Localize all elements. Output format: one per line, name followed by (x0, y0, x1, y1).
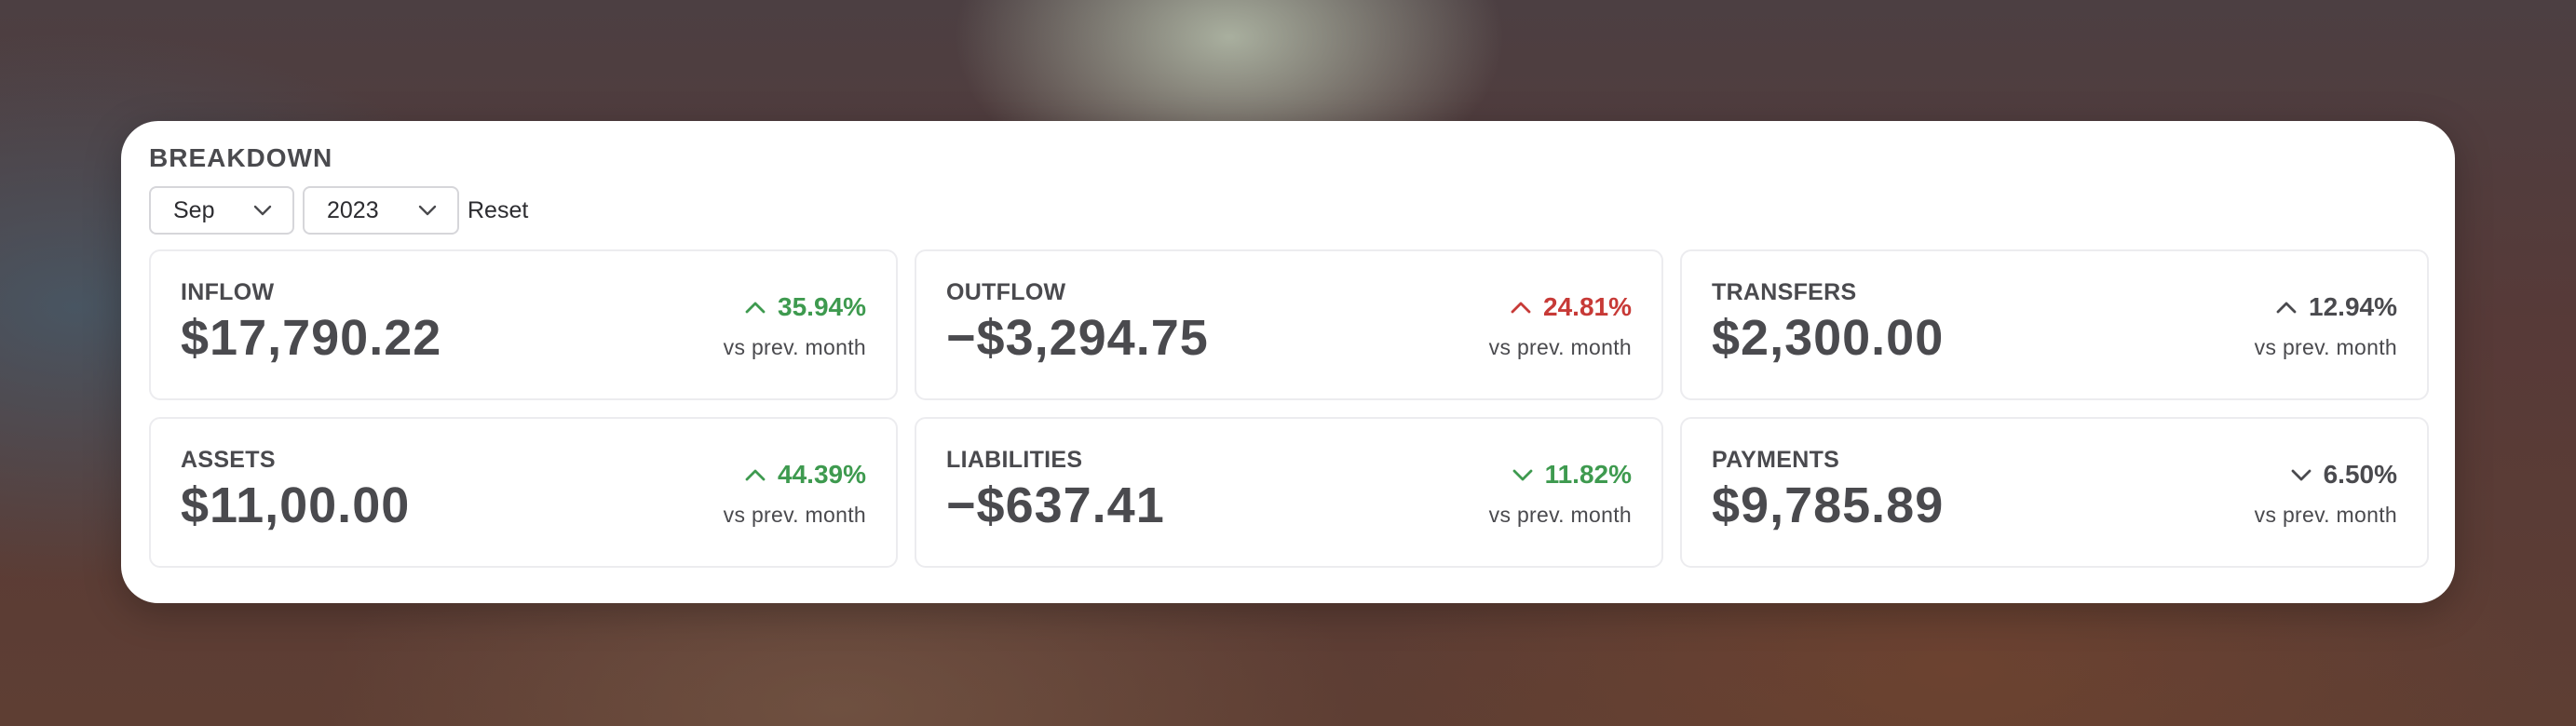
chevron-down-icon (1512, 467, 1534, 483)
filter-controls: Sep 2023 Reset (149, 186, 528, 235)
metric-card-liabilities: LIABILITIES −$637.41 11.82% vs prev. mon… (915, 417, 1663, 568)
year-select-value: 2023 (327, 196, 379, 223)
metric-change-percent: 24.81% (1543, 292, 1632, 321)
chevron-down-icon (418, 205, 437, 216)
chevron-up-icon (744, 467, 766, 483)
comparison-label: vs prev. month (723, 503, 866, 527)
comparison-label: vs prev. month (1488, 335, 1632, 359)
metric-value: $11,00.00 (181, 477, 411, 533)
reset-button[interactable]: Reset (468, 197, 528, 224)
metric-change-percent: 11.82% (1544, 460, 1632, 489)
comparison-label: vs prev. month (2254, 503, 2397, 527)
metric-change-percent: 12.94% (2309, 292, 2397, 321)
metric-change: 44.39% (744, 460, 866, 490)
metric-change: 24.81% (1510, 292, 1632, 322)
chevron-up-icon (1510, 300, 1532, 316)
panel-title: BREAKDOWN (149, 143, 333, 172)
metric-change: 6.50% (2290, 460, 2397, 490)
chevron-up-icon (2275, 300, 2298, 316)
comparison-label: vs prev. month (723, 335, 866, 359)
metric-card-outflow: OUTFLOW −$3,294.75 24.81% vs prev. month (915, 249, 1663, 400)
metric-card-assets: ASSETS $11,00.00 44.39% vs prev. month (149, 417, 898, 568)
comparison-label: vs prev. month (1488, 503, 1632, 527)
metric-card-transfers: TRANSFERS $2,300.00 12.94% vs prev. mont… (1680, 249, 2429, 400)
metric-change-percent: 35.94% (778, 292, 866, 321)
metric-value: $2,300.00 (1712, 310, 1945, 366)
metric-change: 12.94% (2275, 292, 2397, 322)
metric-value: −$637.41 (946, 477, 1165, 533)
metric-value: $9,785.89 (1712, 477, 1945, 533)
metric-value: −$3,294.75 (946, 310, 1209, 366)
chevron-up-icon (744, 300, 766, 316)
metrics-grid: INFLOW $17,790.22 35.94% vs prev. month … (149, 249, 2429, 568)
metric-label: LIABILITIES (946, 447, 1083, 473)
metric-value: $17,790.22 (181, 310, 442, 366)
breakdown-panel: BREAKDOWN Sep 2023 Reset INFLOW $17,790.… (121, 121, 2455, 603)
month-select[interactable]: Sep (149, 186, 294, 235)
comparison-label: vs prev. month (2254, 335, 2397, 359)
metric-change-percent: 44.39% (778, 460, 866, 489)
metric-label: ASSETS (181, 447, 276, 473)
metric-card-inflow: INFLOW $17,790.22 35.94% vs prev. month (149, 249, 898, 400)
metric-label: INFLOW (181, 279, 275, 305)
month-select-value: Sep (173, 196, 215, 223)
metric-change: 11.82% (1512, 460, 1632, 490)
year-select[interactable]: 2023 (303, 186, 459, 235)
chevron-down-icon (253, 205, 272, 216)
metric-label: PAYMENTS (1712, 447, 1840, 473)
metric-change-percent: 6.50% (2323, 460, 2397, 489)
metric-card-payments: PAYMENTS $9,785.89 6.50% vs prev. month (1680, 417, 2429, 568)
metric-change: 35.94% (744, 292, 866, 322)
metric-label: TRANSFERS (1712, 279, 1857, 305)
metric-label: OUTFLOW (946, 279, 1066, 305)
chevron-down-icon (2290, 467, 2312, 483)
